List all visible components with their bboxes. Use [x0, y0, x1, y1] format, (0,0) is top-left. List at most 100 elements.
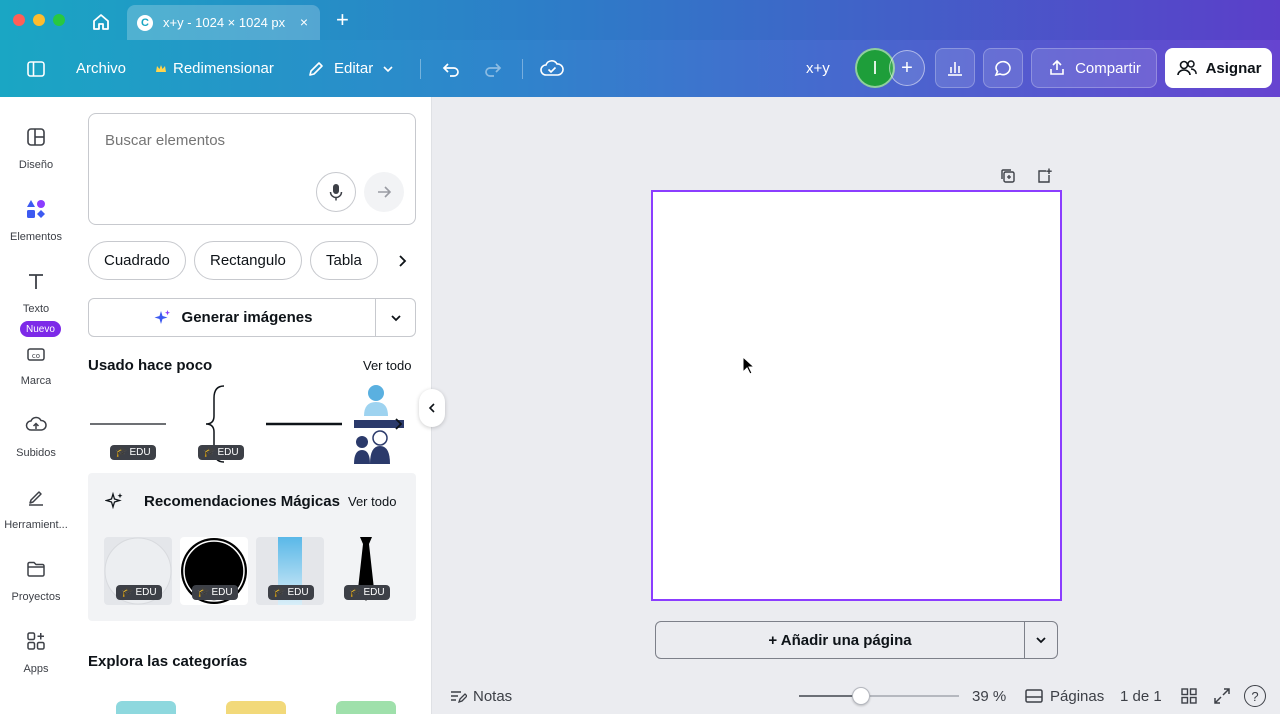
edu-badge: 🎓 EDU [198, 445, 244, 460]
chevron-down-icon[interactable] [1025, 622, 1057, 658]
crown-icon [156, 64, 166, 72]
help-button[interactable]: ? [1244, 678, 1266, 714]
rail-item-elementos[interactable]: Elementos [0, 191, 72, 257]
chip-rectangulo[interactable]: Rectangulo [194, 241, 302, 280]
window-titlebar: C x+y - 1024 × 1024 px × + [0, 0, 1280, 40]
editar-label: Editar [334, 60, 374, 77]
add-collaborator-button[interactable]: + [889, 50, 925, 86]
generate-images-button[interactable]: Generar imágenes [88, 298, 416, 337]
cloud-saved-icon[interactable] [540, 40, 564, 97]
grid-view-icon[interactable] [1180, 678, 1198, 714]
fullscreen-icon[interactable] [1213, 678, 1231, 714]
magic-title: Recomendaciones Mágicas [144, 493, 340, 510]
rail-label: Elementos [10, 231, 62, 243]
generate-images-label: Generar imágenes [181, 309, 313, 326]
rail-label: Herramient... [4, 519, 68, 531]
tab-close-icon[interactable]: × [300, 14, 308, 30]
pages-icon [1025, 689, 1043, 703]
rail-item-texto[interactable]: Texto [0, 263, 72, 329]
chevron-right-icon[interactable] [388, 414, 408, 434]
chevron-right-icon[interactable] [386, 241, 418, 280]
canva-logo-icon: C [137, 14, 153, 31]
category-thumbnail[interactable] [336, 701, 396, 714]
home-icon[interactable] [90, 11, 112, 33]
rail-item-herramientas[interactable]: Herramient... [0, 479, 72, 545]
browser-tab[interactable]: C x+y - 1024 × 1024 px × [127, 5, 320, 40]
insights-chart-icon[interactable] [935, 48, 975, 88]
add-page-label[interactable]: + Añadir una página [656, 622, 1025, 658]
rail-item-subidos[interactable]: Subidos [0, 407, 72, 473]
comment-icon[interactable] [983, 48, 1023, 88]
rail-label: Subidos [16, 447, 56, 459]
assign-button[interactable]: Asignar [1165, 48, 1272, 88]
design-page-canvas[interactable] [651, 190, 1062, 601]
magic-item-gradient-bar[interactable]: 🎓 EDU [256, 537, 324, 605]
edu-badge: 🎓 EDU [268, 585, 314, 600]
edu-badge: 🎓 EDU [110, 445, 156, 460]
microphone-icon[interactable] [316, 172, 356, 212]
magic-item-black-circle[interactable]: 🎓 EDU [180, 537, 248, 605]
rail-item-apps[interactable]: Apps [0, 623, 72, 689]
magic-see-all-link[interactable]: Ver todo [348, 494, 396, 509]
generate-images-main[interactable]: Generar imágenes [89, 299, 376, 336]
collapse-panel-button[interactable] [419, 389, 445, 427]
magic-item-light-circle[interactable]: 🎓 EDU [104, 537, 172, 605]
new-tab-button[interactable]: + [336, 9, 349, 31]
rail-label: Diseño [18, 159, 54, 171]
graduation-cap-icon: 🎓 [273, 587, 286, 598]
rail-label: Proyectos [11, 591, 61, 603]
tab-title: x+y - 1024 × 1024 px [163, 15, 286, 30]
assign-label: Asignar [1205, 59, 1262, 77]
add-page-icon[interactable] [1035, 167, 1053, 185]
undo-icon[interactable] [440, 40, 462, 97]
share-button[interactable]: Compartir [1031, 48, 1157, 88]
folder-icon [18, 551, 54, 587]
arrow-right-icon[interactable] [364, 172, 404, 212]
rail-item-marca[interactable]: co Marca [0, 335, 72, 401]
zoom-slider[interactable] [799, 687, 959, 705]
edu-badge: 🎓 EDU [344, 585, 390, 600]
share-label: Compartir [1075, 59, 1141, 77]
chip-cuadrado[interactable]: Cuadrado [88, 241, 186, 280]
zoom-level[interactable]: 39 % [972, 678, 1006, 714]
archivo-menu[interactable]: Archivo [76, 40, 126, 97]
bottom-bar: Notas 39 % Páginas 1 de 1 ? [433, 678, 1280, 714]
chip-tabla[interactable]: Tabla [310, 241, 378, 280]
add-page-button[interactable]: + Añadir una página [655, 621, 1058, 659]
minimize-window-button[interactable] [33, 14, 45, 26]
graduation-cap-icon: 🎓 [203, 447, 216, 458]
redo-icon[interactable] [482, 40, 504, 97]
magic-item-necktie[interactable]: 🎓 EDU [332, 537, 400, 605]
notes-button[interactable]: Notas [449, 678, 512, 714]
chevron-down-icon[interactable] [376, 311, 415, 325]
close-window-button[interactable] [13, 14, 25, 26]
toggle-sidebar-icon[interactable] [26, 40, 46, 97]
recent-title: Usado hace poco [88, 357, 213, 374]
recent-item-people-illustration[interactable] [352, 384, 416, 464]
search-input[interactable] [105, 132, 385, 149]
editar-menu[interactable]: Editar [306, 40, 395, 97]
zoom-slider-handle[interactable] [852, 687, 870, 705]
pages-button[interactable]: Páginas [1024, 678, 1104, 714]
maximize-window-button[interactable] [53, 14, 65, 26]
document-title[interactable]: x+y [806, 40, 830, 97]
redimensionar-button[interactable]: Redimensionar [155, 40, 274, 97]
shapes-icon [18, 191, 54, 227]
recent-item-thick-line[interactable] [264, 384, 344, 464]
redimensionar-label: Redimensionar [173, 60, 274, 77]
magic-sparkle-icon [104, 491, 125, 516]
layout-icon [18, 119, 54, 155]
magic-recommendations: Recomendaciones Mágicas Ver todo 🎓 EDU 🎓 E… [88, 473, 416, 621]
rail-item-proyectos[interactable]: Proyectos [0, 551, 72, 617]
recent-see-all-link[interactable]: Ver todo [363, 358, 411, 373]
mouse-cursor-icon [742, 355, 756, 381]
category-thumbnail[interactable] [226, 701, 286, 714]
recent-item-brace[interactable]: 🎓 EDU [176, 384, 256, 464]
search-box [88, 113, 416, 225]
toolbar-divider [420, 59, 421, 79]
category-thumbnail[interactable] [116, 701, 176, 714]
duplicate-page-icon[interactable] [999, 167, 1017, 185]
notes-icon [451, 691, 467, 704]
recent-item-line[interactable]: 🎓 EDU [88, 384, 168, 464]
rail-item-diseno[interactable]: Diseño [0, 119, 72, 185]
